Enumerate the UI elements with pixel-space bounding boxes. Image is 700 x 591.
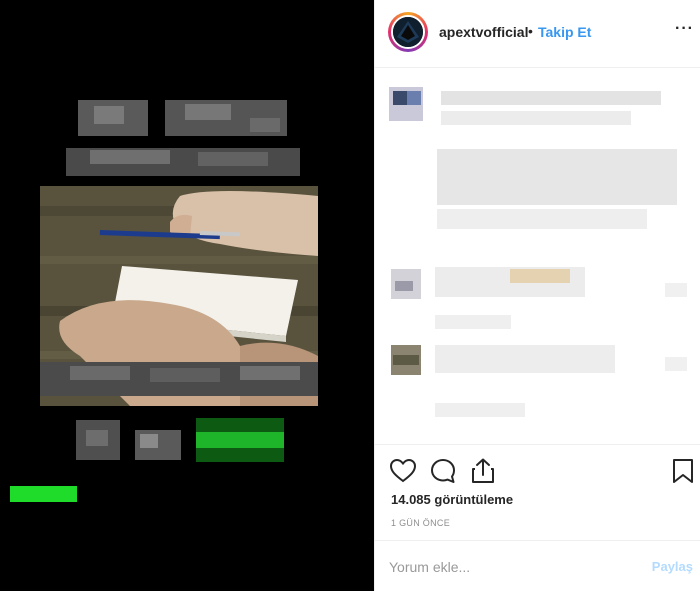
speech-bubble-icon[interactable] bbox=[429, 457, 457, 485]
username-link[interactable]: apextvofficial bbox=[439, 24, 528, 40]
post-media-video[interactable] bbox=[0, 0, 374, 591]
separator-dot: • bbox=[528, 23, 533, 39]
view-count: 14.085 görüntüleme bbox=[391, 492, 514, 507]
video-frame-illustration bbox=[40, 186, 318, 406]
comment-input[interactable] bbox=[389, 556, 629, 578]
video-progress-bar[interactable] bbox=[10, 486, 77, 502]
add-comment-bar: Paylaş bbox=[375, 540, 700, 591]
bookmark-icon[interactable] bbox=[669, 457, 697, 485]
avatar bbox=[391, 15, 425, 49]
apex-logo-icon bbox=[393, 17, 423, 47]
share-icon[interactable] bbox=[469, 457, 497, 485]
post-actions: 14.085 görüntüleme 1 GÜN ÖNCE bbox=[375, 444, 700, 540]
post-timestamp[interactable]: 1 GÜN ÖNCE bbox=[391, 518, 450, 528]
post-header: apextvofficial • Takip Et ··· bbox=[375, 0, 700, 68]
heart-icon[interactable] bbox=[389, 457, 417, 485]
more-options-icon[interactable]: ··· bbox=[675, 20, 694, 38]
video-frame-hands bbox=[40, 186, 318, 406]
follow-button[interactable]: Takip Et bbox=[538, 24, 591, 40]
post-comment-button[interactable]: Paylaş bbox=[652, 559, 693, 574]
comments-list[interactable] bbox=[375, 69, 700, 444]
avatar-story-ring[interactable] bbox=[388, 12, 428, 52]
post-side-panel: apextvofficial • Takip Et ··· 14.085 gör… bbox=[374, 0, 700, 591]
